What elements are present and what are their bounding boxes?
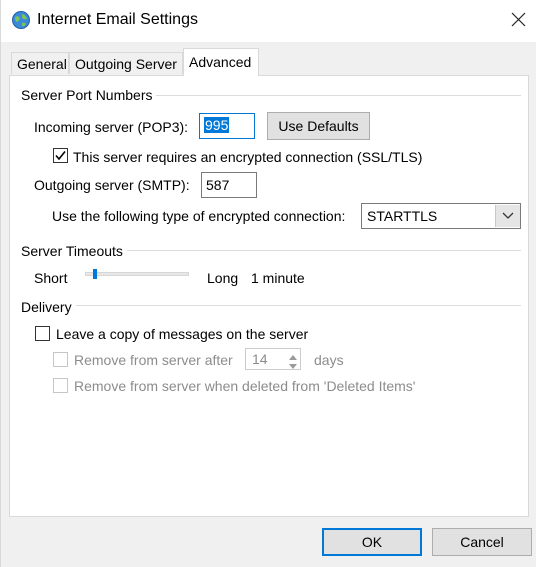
timeout-long-label: Long (207, 270, 239, 286)
ok-label: OK (361, 534, 383, 550)
spin-up-button[interactable] (286, 349, 300, 360)
server-timeouts-heading: Server Timeouts (21, 243, 127, 259)
leave-copy-label: Leave a copy of messages on the server (56, 326, 309, 342)
tab-label: Advanced (189, 54, 252, 70)
dropdown-button[interactable] (495, 205, 520, 227)
timeout-value-label: 1 minute (251, 270, 305, 286)
internet-email-settings-dialog: Internet Email Settings General Outgoing… (0, 0, 536, 567)
triangle-down-icon (289, 364, 297, 369)
tab-label: Outgoing Server (75, 56, 177, 72)
incoming-server-port-input[interactable]: 995 (199, 113, 255, 139)
chevron-down-icon (502, 212, 514, 219)
remove-after-days-spinner[interactable]: 14 (245, 348, 301, 370)
remove-after-label: Remove from server after (74, 352, 233, 368)
encryption-type-value: STARTTLS (367, 208, 438, 224)
ok-button[interactable]: OK (322, 528, 422, 556)
remove-after-days-value: 14 (252, 351, 268, 367)
incoming-server-label: Incoming server (POP3): (34, 119, 189, 135)
leave-copy-checkbox[interactable] (35, 326, 50, 341)
encryption-type-label: Use the following type of encrypted conn… (52, 208, 346, 224)
ssl-tls-label: This server requires an encrypted connec… (73, 149, 423, 165)
ssl-tls-checkbox[interactable] (53, 148, 68, 163)
incoming-server-port-value: 995 (204, 117, 230, 133)
spin-down-button[interactable] (286, 359, 300, 369)
tab-outgoing-server[interactable]: Outgoing Server (69, 52, 183, 74)
timeout-short-label: Short (34, 270, 68, 286)
close-button[interactable] (501, 2, 536, 38)
timeout-slider-track[interactable] (85, 272, 189, 276)
delivery-heading: Delivery (21, 299, 76, 315)
window-title: Internet Email Settings (37, 11, 198, 28)
globe-icon (11, 10, 31, 30)
group-divider (21, 305, 521, 306)
cancel-button[interactable]: Cancel (432, 528, 532, 556)
remove-after-checkbox[interactable] (53, 352, 68, 367)
outgoing-server-label: Outgoing server (SMTP): (34, 177, 190, 193)
encryption-type-select[interactable]: STARTTLS (361, 203, 521, 229)
close-icon (511, 12, 526, 27)
advanced-tab-panel (9, 75, 529, 517)
use-defaults-label: Use Defaults (278, 118, 359, 134)
timeout-slider-thumb[interactable] (93, 269, 98, 279)
cancel-label: Cancel (460, 534, 504, 550)
tab-label: General (17, 56, 67, 72)
days-label: days (314, 352, 344, 368)
outgoing-server-port-value: 587 (206, 177, 230, 193)
tab-advanced[interactable]: Advanced (183, 48, 259, 76)
checkmark-icon (55, 151, 66, 161)
remove-deleted-label: Remove from server when deleted from 'De… (74, 378, 416, 394)
remove-deleted-checkbox[interactable] (53, 378, 68, 393)
use-defaults-button[interactable]: Use Defaults (267, 112, 370, 140)
tab-general[interactable]: General (11, 52, 69, 74)
title-bar: Internet Email Settings (1, 0, 536, 42)
server-port-numbers-heading: Server Port Numbers (21, 87, 157, 103)
outgoing-server-port-input[interactable]: 587 (201, 172, 257, 198)
